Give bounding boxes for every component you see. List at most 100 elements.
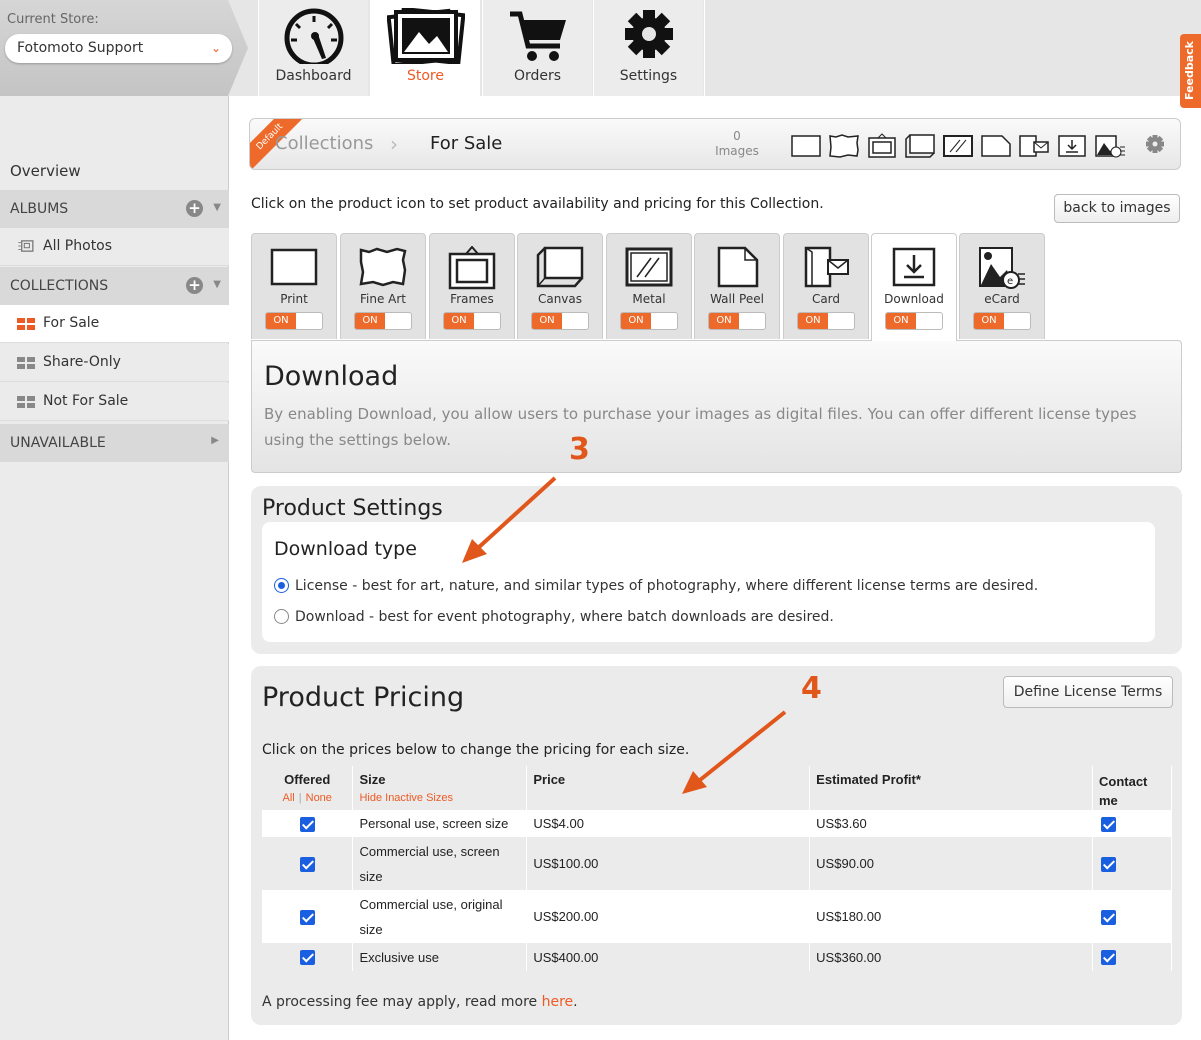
photos-icon (386, 8, 465, 64)
price-cell[interactable]: US$400.00 (526, 943, 811, 971)
collections-label: COLLECTIONS (10, 278, 109, 294)
metal-mini-icon[interactable] (942, 133, 974, 159)
sidebar-section-collections[interactable]: COLLECTIONS + ▼ (0, 267, 229, 305)
download-radio[interactable] (274, 609, 289, 624)
tab-fine-art[interactable]: Fine Art ON (340, 233, 426, 339)
tab-card[interactable]: Card ON (783, 233, 869, 339)
product-pricing-panel: Product Pricing Define License Terms Cli… (251, 666, 1182, 1025)
add-album-icon[interactable]: + (186, 200, 203, 217)
metal-toggle[interactable]: ON (620, 312, 678, 330)
download-option[interactable]: Download - best for event photography, w… (274, 609, 834, 625)
offered-checkbox[interactable] (299, 909, 315, 925)
download-option-label: Download - best for event photography, w… (295, 609, 834, 625)
sidebar: Overview ALBUMS + ▼ All Photos COLLECTIO… (0, 96, 229, 1040)
unavailable-label: UNAVAILABLE (10, 435, 106, 451)
sidebar-overview[interactable]: Overview (10, 162, 81, 180)
nav-orders-label: Orders (513, 68, 562, 84)
nav-store[interactable]: Store (370, 0, 480, 96)
tab-download-label: Download (884, 292, 944, 306)
top-bar: Current Store: Fotomoto Support ⌄ Dashbo… (0, 0, 1201, 108)
offered-checkbox[interactable] (299, 950, 315, 966)
size-cell: Personal use, screen size (352, 810, 528, 837)
tab-frames[interactable]: Frames ON (429, 233, 515, 339)
fee-link[interactable]: here (542, 994, 574, 1010)
price-header: Price (526, 766, 811, 810)
contact-checkbox[interactable] (1100, 950, 1116, 966)
download-toggle[interactable]: ON (885, 312, 943, 330)
nav-settings-label: Settings (619, 68, 678, 84)
contact-checkbox[interactable] (1100, 856, 1116, 872)
sidebar-item-not-for-sale[interactable]: Not For Sale (0, 383, 229, 421)
define-license-terms-button[interactable]: Define License Terms (1003, 676, 1173, 708)
print-mini-icon[interactable] (790, 133, 822, 159)
cart-icon (509, 11, 566, 61)
albums-label: ALBUMS (10, 201, 69, 217)
size-cell: Commercial use, original size (352, 890, 528, 943)
tab-canvas-label: Canvas (537, 292, 583, 306)
table-row: Personal use, screen size US$4.00 US$3.6… (262, 810, 1173, 837)
processing-fee-note: A processing fee may apply, read more he… (262, 994, 578, 1010)
print-toggle[interactable]: ON (265, 312, 323, 330)
select-all-link[interactable]: All (283, 792, 295, 804)
wall-peel-toggle[interactable]: ON (708, 312, 766, 330)
sidebar-item-all-photos[interactable]: All Photos (0, 228, 229, 266)
offered-header: Offered All | None (262, 766, 354, 810)
breadcrumb-current: For Sale (430, 133, 503, 154)
add-collection-icon[interactable]: + (186, 277, 203, 294)
share-only-label: Share-Only (43, 354, 121, 370)
contact-checkbox[interactable] (1100, 816, 1116, 832)
breadcrumb-collections[interactable]: Collections (275, 133, 373, 154)
tab-wall-peel[interactable]: Wall Peel ON (694, 233, 780, 339)
license-option[interactable]: License - best for art, nature, and simi… (274, 578, 1038, 594)
chevron-down-icon[interactable]: ▼ (213, 202, 221, 213)
tab-ecard[interactable]: e eCard ON (959, 233, 1045, 339)
store-select[interactable]: Fotomoto Support ⌄ (5, 34, 232, 63)
sidebar-item-share-only[interactable]: Share-Only (0, 344, 229, 382)
back-to-images-button[interactable]: back to images (1054, 194, 1180, 223)
nav-orders[interactable]: Orders (482, 0, 592, 96)
tab-metal[interactable]: Metal ON (606, 233, 692, 339)
select-none-link[interactable]: None (306, 792, 332, 804)
wall-peel-mini-icon[interactable] (980, 133, 1012, 159)
price-cell[interactable]: US$100.00 (526, 837, 811, 890)
hide-inactive-sizes-link[interactable]: Hide Inactive Sizes (359, 787, 520, 809)
annotation-number-3: 3 (569, 432, 590, 467)
tab-canvas[interactable]: Canvas ON (517, 233, 603, 339)
offered-checkbox[interactable] (299, 856, 315, 872)
chevron-right-icon[interactable]: ▶ (211, 435, 219, 446)
download-mini-icon[interactable] (1056, 133, 1088, 159)
fine-art-toggle[interactable]: ON (354, 312, 412, 330)
card-toggle[interactable]: ON (797, 312, 855, 330)
profit-cell: US$360.00 (809, 943, 1093, 971)
toggle-on-label: ON (444, 313, 474, 329)
sidebar-section-unavailable[interactable]: UNAVAILABLE ▶ (0, 424, 229, 462)
contact-checkbox[interactable] (1100, 909, 1116, 925)
store-selector-panel: Current Store: Fotomoto Support ⌄ (0, 0, 248, 96)
offered-checkbox[interactable] (299, 816, 315, 832)
tab-metal-label: Metal (632, 292, 666, 306)
download-type-box: Download type License - best for art, na… (262, 522, 1155, 642)
ecard-toggle[interactable]: ON (973, 312, 1031, 330)
price-cell[interactable]: US$4.00 (526, 810, 811, 837)
canvas-toggle[interactable]: ON (531, 312, 589, 330)
tab-download[interactable]: Download ON (871, 233, 957, 341)
nav-settings[interactable]: Settings (593, 0, 703, 96)
ecard-mini-icon[interactable] (1094, 133, 1126, 159)
card-mini-icon[interactable] (1018, 133, 1050, 159)
tab-fine-art-label: Fine Art (359, 292, 406, 306)
frames-mini-icon[interactable] (866, 133, 898, 159)
chevron-down-icon[interactable]: ▼ (213, 279, 221, 290)
nav-store-label: Store (406, 68, 444, 84)
nav-dashboard[interactable]: Dashboard (258, 0, 368, 96)
fine-art-mini-icon[interactable] (828, 133, 860, 159)
license-radio[interactable] (274, 578, 289, 593)
sidebar-section-albums[interactable]: ALBUMS + ▼ (0, 190, 229, 228)
frames-toggle[interactable]: ON (443, 312, 501, 330)
tab-print[interactable]: Print ON (251, 233, 337, 339)
sidebar-item-for-sale[interactable]: For Sale (0, 305, 229, 343)
image-count: 0 Images (712, 129, 762, 159)
collection-settings-icon[interactable] (1145, 134, 1165, 154)
canvas-mini-icon[interactable] (904, 133, 936, 159)
price-cell[interactable]: US$200.00 (526, 890, 811, 943)
product-settings-panel: Product Settings Download type License -… (251, 486, 1182, 654)
